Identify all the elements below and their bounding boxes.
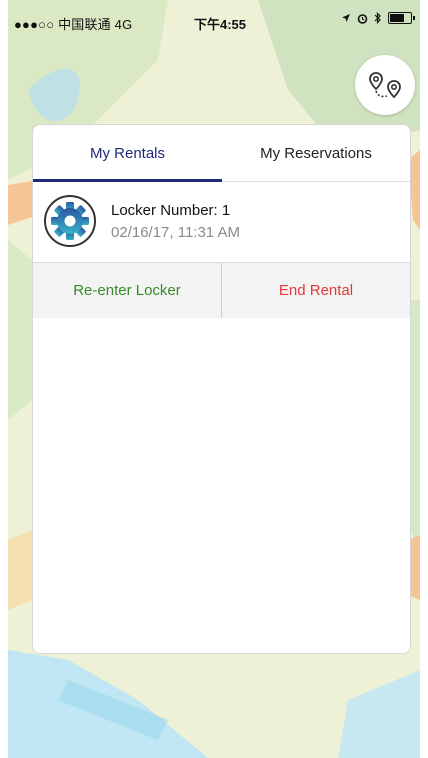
app-screen: ●●●○○ 中国联通 4G 下午4:55 My Rentals My Reser… [8, 0, 420, 758]
rentals-panel: My Rentals My Reservations Locker Number… [32, 124, 411, 654]
rental-actions: Re-enter Locker End Rental [33, 263, 410, 318]
reenter-locker-label: Re-enter Locker [73, 282, 181, 299]
locker-number: Locker Number: 1 [111, 202, 231, 219]
route-pins-icon [369, 72, 401, 99]
battery-icon [388, 12, 415, 24]
bluetooth-icon [374, 12, 381, 24]
status-time: 下午4:55 [194, 17, 247, 32]
location-arrow-icon [342, 14, 350, 22]
route-button[interactable] [355, 55, 415, 115]
gear-icon [44, 195, 96, 247]
tab-my-rentals-label: My Rentals [89, 144, 166, 162]
rental-timestamp: 02/16/17, 11:31 AM [111, 224, 240, 241]
reenter-locker-button[interactable]: Re-enter Locker [33, 263, 221, 318]
tab-my-reservations-label: My Reservations [260, 144, 372, 162]
status-bar: ●●●○○ 中国联通 4G 下午4:55 [8, 0, 420, 40]
tab-bar: My Rentals My Reservations [33, 125, 410, 182]
alarm-icon [357, 13, 368, 24]
end-rental-label: End Rental [278, 282, 354, 299]
carrier-label: ●●●○○ 中国联通 4G [14, 17, 133, 32]
rental-list-item[interactable]: Locker Number: 1 02/16/17, 11:31 AM [33, 182, 410, 263]
status-icons [341, 12, 415, 24]
tab-my-rentals[interactable]: My Rentals [33, 125, 222, 181]
end-rental-button[interactable]: End Rental [222, 263, 410, 318]
tab-my-reservations[interactable]: My Reservations [222, 125, 410, 181]
